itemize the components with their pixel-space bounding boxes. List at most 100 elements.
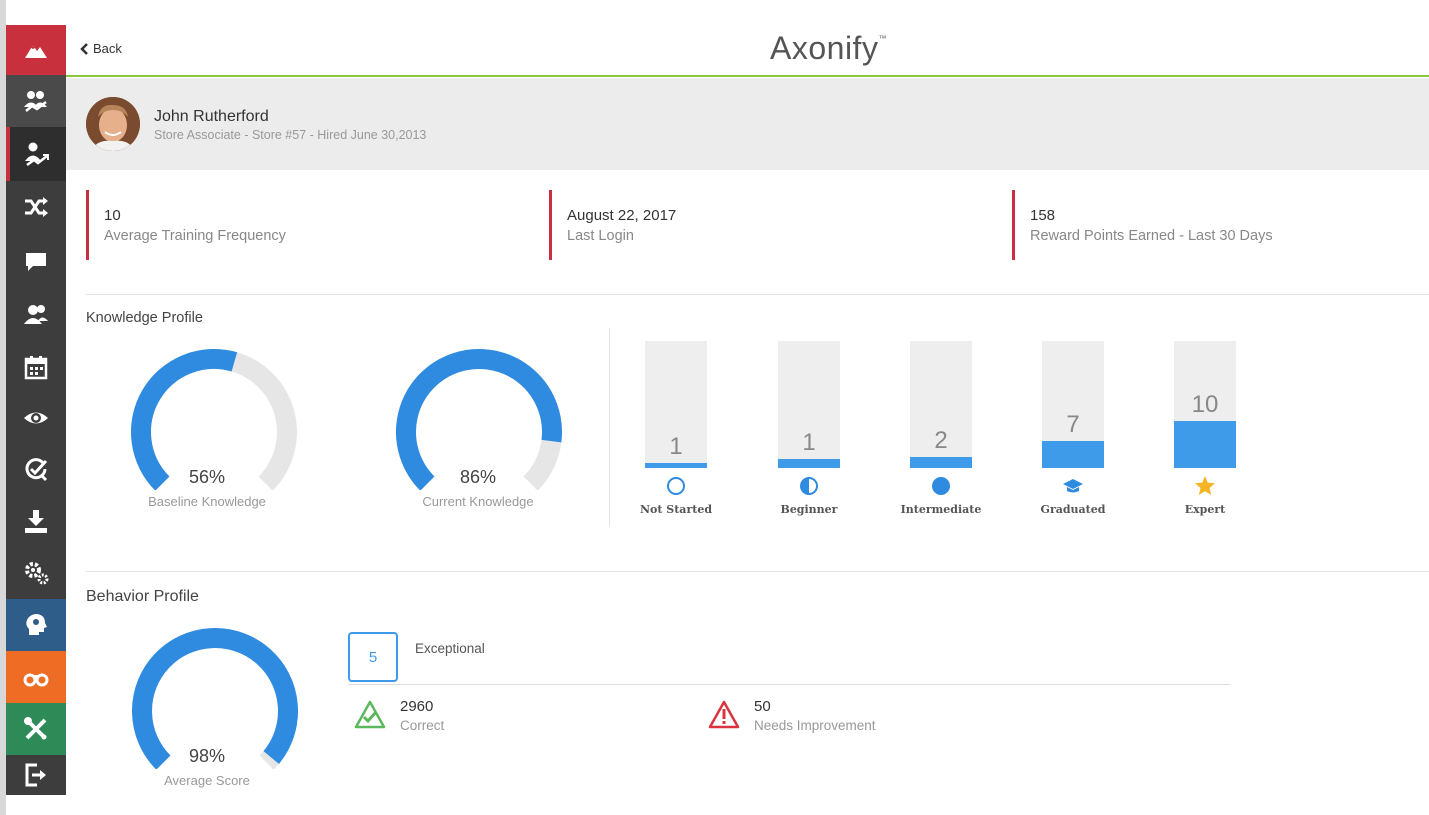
- level-bar-fill: [778, 459, 840, 468]
- person-trend-icon: [25, 142, 49, 167]
- axonify-logo: Axonify™: [770, 30, 887, 67]
- stat-training-frequency: 10 Average Training Frequency: [86, 190, 546, 260]
- profile-header: John Rutherford Store Associate - Store …: [66, 78, 1429, 170]
- back-button[interactable]: Back: [80, 41, 122, 56]
- level-label-intermediate: Intermediate: [900, 503, 982, 516]
- level-count: 7: [1066, 411, 1080, 438]
- correct-metric: 2960 Correct: [354, 698, 654, 738]
- level-count: 1: [802, 429, 816, 456]
- top-header: Back Axonify™: [66, 25, 1429, 77]
- stat-last-login: August 22, 2017 Last Login: [549, 190, 1009, 260]
- sidebar-item-home[interactable]: [6, 25, 66, 75]
- gauge-fill: [396, 349, 562, 490]
- logout-icon: [25, 763, 46, 787]
- level-bar-beginner: 1: [778, 341, 840, 468]
- shuffle-icon: [25, 197, 48, 217]
- level-bar-expert: 10: [1174, 341, 1236, 468]
- stat-label: Last Login: [567, 228, 634, 244]
- chevron-left-icon: [80, 42, 88, 55]
- baseline-knowledge-value: 56%: [188, 467, 226, 487]
- level-bar-intermediate: 2: [910, 341, 972, 468]
- behavior-score-label: Exceptional: [415, 641, 485, 656]
- tools-icon: [24, 717, 47, 740]
- sidebar: [6, 25, 66, 795]
- team-icon: [24, 91, 47, 112]
- logo-trademark: ™: [878, 34, 887, 44]
- sidebar-item-calendar[interactable]: [6, 341, 66, 393]
- sidebar-item-coach[interactable]: [6, 599, 66, 651]
- level-bar-graduated: 7: [1042, 341, 1104, 468]
- download-icon: [25, 510, 47, 533]
- sidebar-item-people[interactable]: [6, 289, 66, 341]
- level-label-graduated: Graduated: [1040, 503, 1106, 516]
- stat-value: 10: [104, 207, 121, 224]
- gauge-fill: [131, 349, 238, 490]
- correct-label: Correct: [400, 718, 445, 733]
- sidebar-item-learner[interactable]: [6, 127, 66, 181]
- behavior-score-badge: 5: [348, 632, 398, 682]
- user-subtitle: Store Associate - Store #57 - Hired June…: [154, 128, 427, 142]
- stat-value: August 22, 2017: [567, 207, 677, 224]
- level-bar-not-started: 1: [645, 341, 707, 468]
- behavior-profile-title: Behavior Profile: [86, 588, 199, 605]
- sidebar-item-discover[interactable]: [6, 651, 66, 703]
- logo-text: Axonify: [770, 30, 879, 66]
- knowledge-profile-title: Knowledge Profile: [86, 310, 203, 326]
- baseline-knowledge-label: Baseline Knowledge: [148, 494, 266, 509]
- sidebar-item-shuffle[interactable]: [6, 181, 66, 233]
- current-knowledge-label: Current Knowledge: [422, 494, 534, 509]
- sidebar-item-tools[interactable]: [6, 703, 66, 755]
- calendar-icon: [24, 356, 48, 380]
- vertical-separator: [609, 328, 610, 526]
- level-count: 2: [934, 427, 948, 454]
- filled-circle-icon: [910, 475, 972, 497]
- star-icon: [1174, 475, 1236, 497]
- eye-icon: [24, 412, 48, 424]
- sidebar-item-observe[interactable]: [6, 393, 66, 443]
- avatar: [86, 97, 140, 151]
- stat-label: Average Training Frequency: [104, 228, 286, 244]
- level-label-not-started: Not Started: [639, 503, 713, 516]
- level-count: 1: [669, 433, 683, 460]
- sidebar-item-logout[interactable]: [6, 755, 66, 795]
- stat-reward-points: 158 Reward Points Earned - Last 30 Days: [1012, 190, 1412, 260]
- user-name: John Rutherford: [154, 108, 269, 125]
- check-triangle-icon: [354, 700, 386, 729]
- mountain-icon: [25, 45, 47, 58]
- target-check-icon: [25, 458, 48, 482]
- level-count: 10: [1191, 391, 1219, 418]
- needs-improvement-label: Needs Improvement: [754, 718, 876, 733]
- gauge-fill: [132, 628, 298, 769]
- level-bar-fill: [645, 463, 707, 468]
- level-bar-fill: [1174, 421, 1236, 468]
- sidebar-item-team[interactable]: [6, 75, 66, 127]
- section-divider: [86, 571, 1429, 572]
- average-score-label: Average Score: [164, 773, 250, 788]
- people-icon: [24, 305, 48, 324]
- level-bar-fill: [1042, 441, 1104, 468]
- section-divider: [86, 294, 1429, 295]
- graduation-cap-icon: [1042, 475, 1104, 497]
- level-label-expert: Expert: [1184, 503, 1226, 516]
- binoculars-icon: [23, 673, 49, 687]
- head-gear-icon: [26, 614, 47, 635]
- behavior-divider: [348, 684, 1230, 685]
- stat-label: Reward Points Earned - Last 30 Days: [1030, 228, 1273, 244]
- back-label: Back: [93, 41, 122, 56]
- gears-icon: [25, 562, 49, 585]
- sidebar-item-messages[interactable]: [6, 233, 66, 289]
- needs-improvement-value: 50: [754, 698, 771, 715]
- correct-value: 2960: [400, 698, 434, 715]
- needs-improvement-metric: 50 Needs Improvement: [708, 698, 1008, 738]
- half-circle-icon: [778, 475, 840, 497]
- sidebar-item-assess[interactable]: [6, 443, 66, 495]
- level-label-beginner: Beginner: [780, 503, 838, 516]
- warning-triangle-icon: [708, 700, 740, 729]
- sidebar-item-settings[interactable]: [6, 547, 66, 599]
- stat-value: 158: [1030, 207, 1056, 224]
- average-score-value: 98%: [188, 746, 226, 766]
- chat-icon: [26, 253, 46, 271]
- level-bar-fill: [910, 457, 972, 468]
- sidebar-item-download[interactable]: [6, 495, 66, 547]
- circle-outline-icon: [645, 475, 707, 497]
